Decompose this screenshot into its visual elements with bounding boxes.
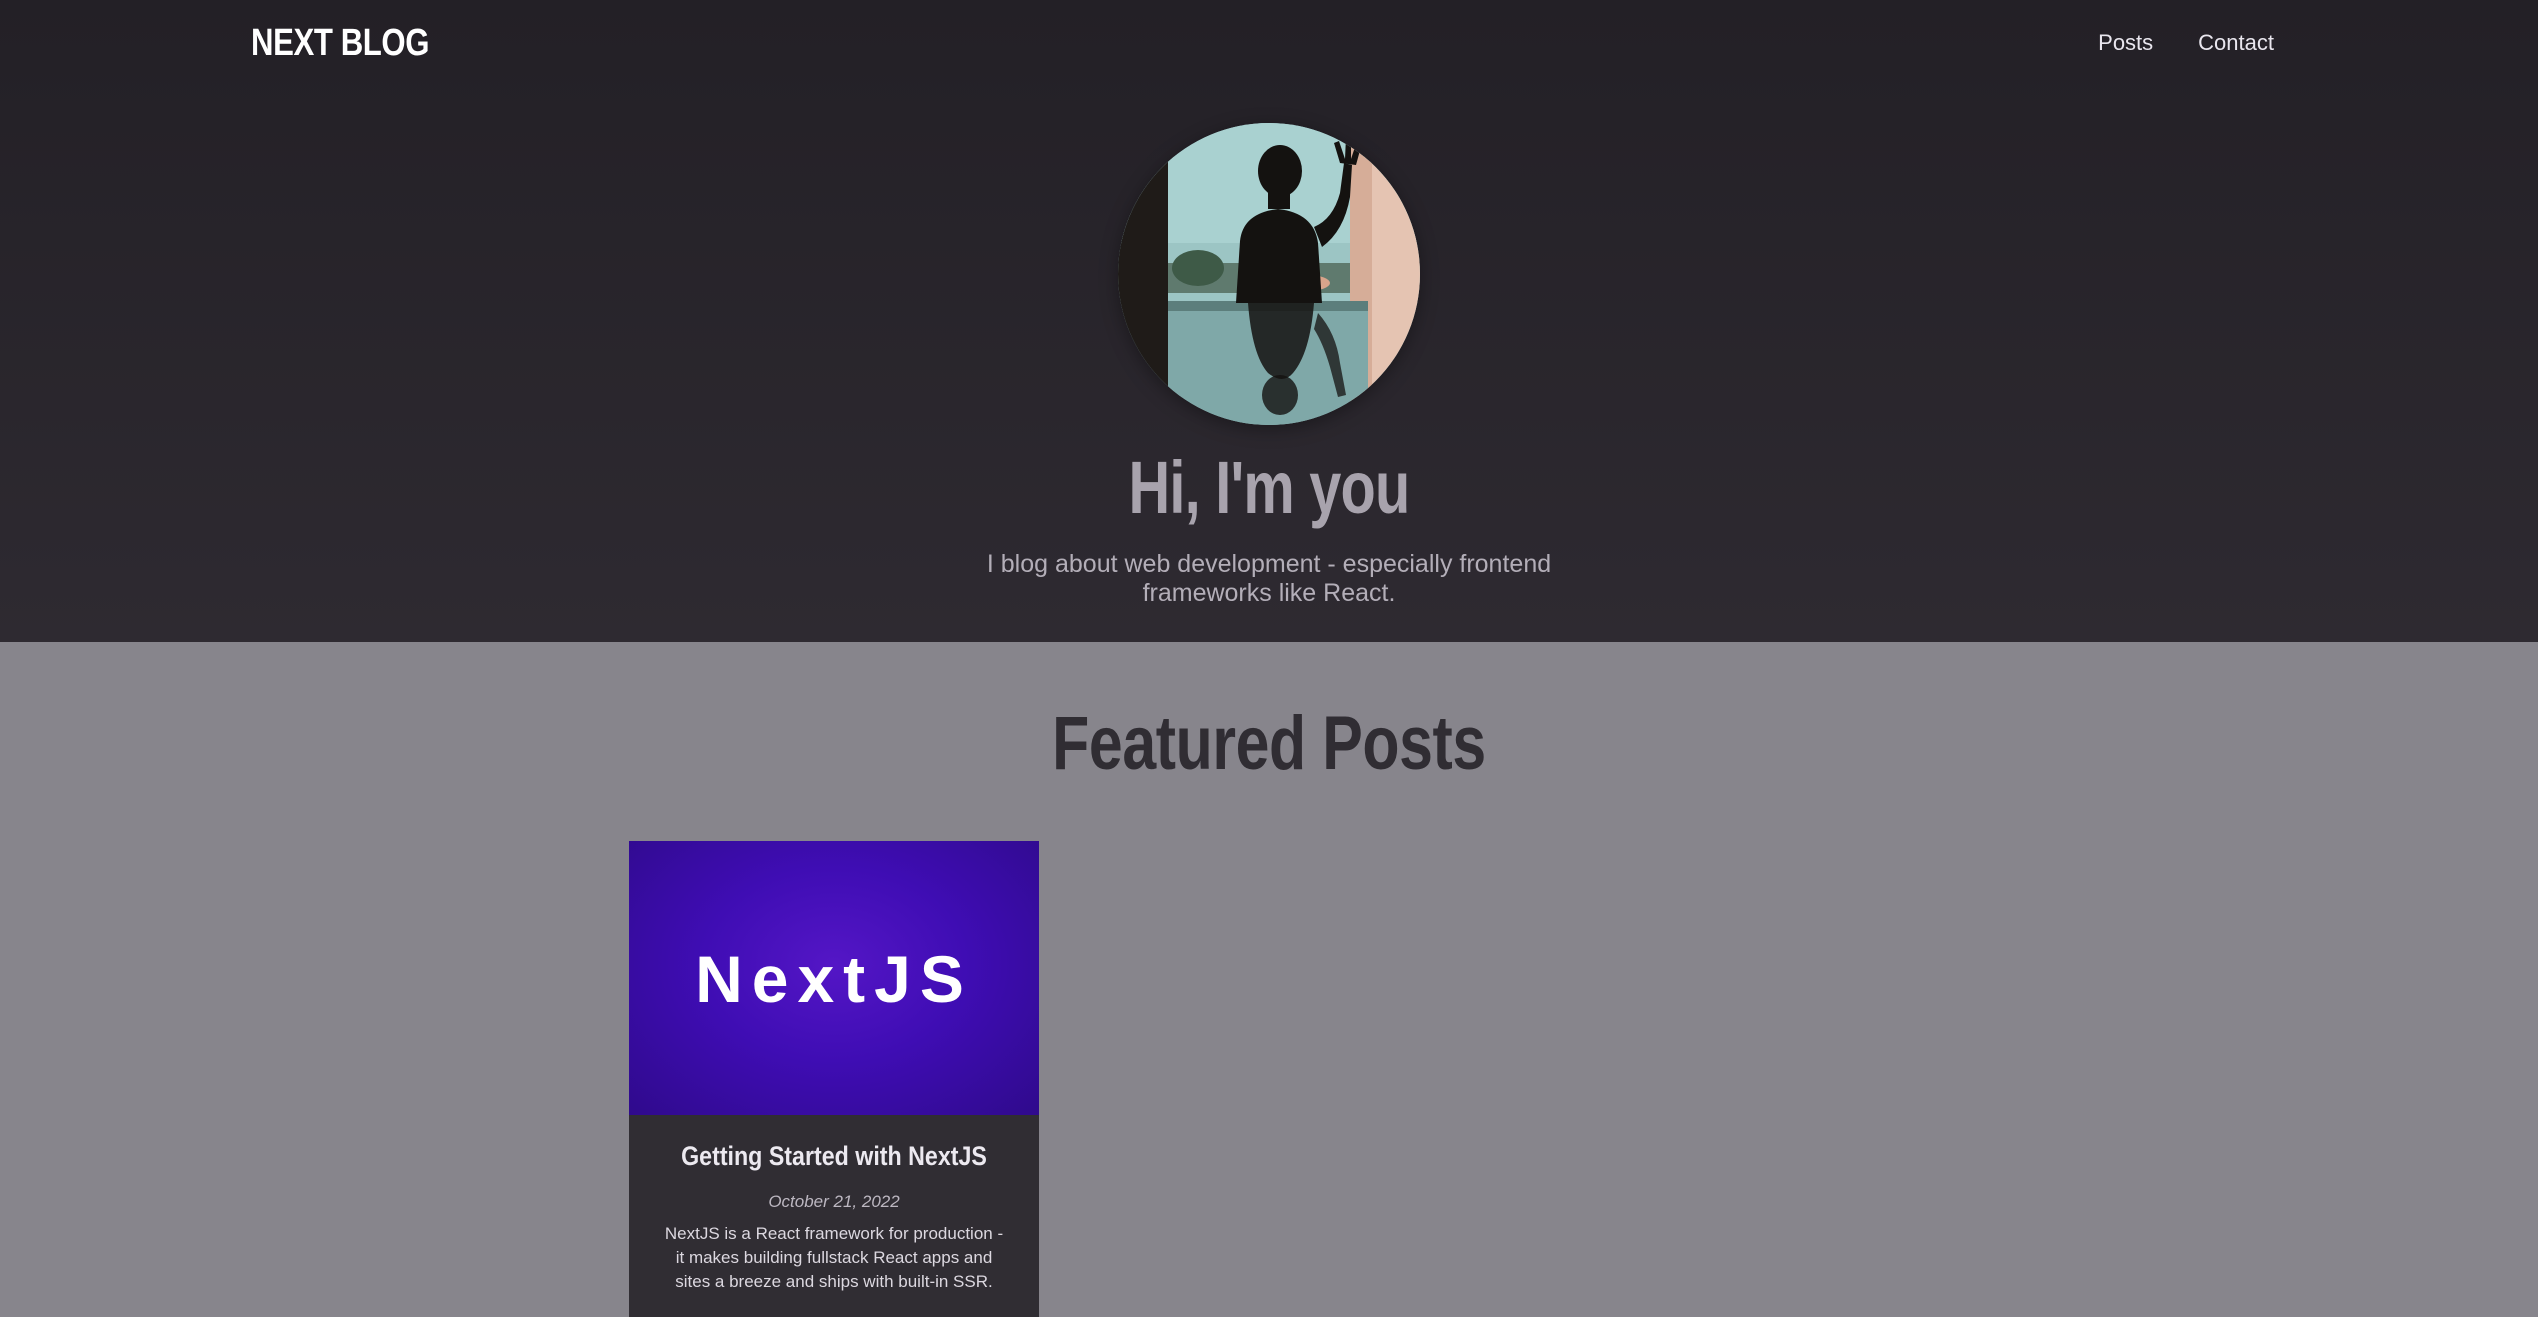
hero-subtitle: I blog about web development - especiall…: [986, 550, 1552, 607]
avatar: [1118, 123, 1420, 425]
nav-link-posts[interactable]: Posts: [2098, 30, 2153, 56]
post-card-title: Getting Started with NextJS: [681, 1141, 987, 1171]
post-card-image: NextJS: [629, 841, 1039, 1115]
main-nav: Posts Contact: [2098, 30, 2274, 56]
featured-posts-heading: Featured Posts: [1052, 701, 1486, 786]
hero-title: Hi, I'm you: [1128, 446, 1411, 529]
logo[interactable]: NEXT BLOG: [251, 22, 430, 65]
post-card-date: October 21, 2022: [768, 1192, 900, 1211]
nav-link-contact[interactable]: Contact: [2198, 30, 2274, 56]
nextjs-logo-text: NextJS: [695, 942, 973, 1016]
site-header: NEXT BLOG Posts Contact Hi, I'm you I bl…: [0, 0, 2538, 642]
post-card-excerpt: NextJS is a React framework for producti…: [664, 1224, 1004, 1291]
post-card[interactable]: NextJS Getting Started with NextJS Octob…: [629, 841, 1039, 1317]
